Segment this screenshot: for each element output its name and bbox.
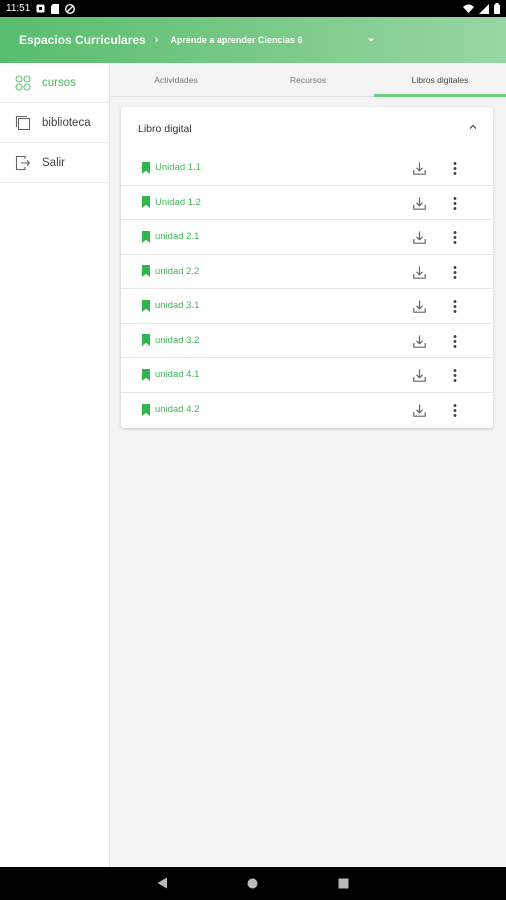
chevron-right-icon: › — [154, 34, 159, 46]
unit-label[interactable]: unidad 2.1 — [155, 231, 199, 242]
list-item[interactable]: unidad 4.2 — [121, 393, 493, 428]
more-vert-icon[interactable] — [449, 334, 461, 349]
more-vert-icon[interactable] — [449, 196, 461, 211]
header-title[interactable]: Espacios Curriculares — [19, 33, 146, 47]
more-vert-icon[interactable] — [449, 368, 461, 383]
tab-recursos[interactable]: Recursos — [242, 63, 374, 96]
sidebar-item-biblioteca[interactable]: biblioteca — [0, 103, 109, 143]
more-vert-icon[interactable] — [449, 403, 461, 418]
download-icon[interactable] — [412, 403, 427, 418]
battery-icon — [494, 3, 500, 14]
sidebar: cursos biblioteca Salir — [0, 63, 110, 867]
bookmark-icon — [142, 334, 150, 347]
notification-icon — [36, 4, 45, 13]
status-time: 11:51 — [6, 3, 31, 14]
sidebar-item-salir[interactable]: Salir — [0, 143, 109, 183]
unit-label[interactable]: unidad 4.1 — [155, 369, 199, 380]
sidebar-item-label: Salir — [42, 156, 66, 169]
list-item[interactable]: Unidad 1.2 — [121, 186, 493, 220]
unit-label[interactable]: unidad 3.2 — [155, 335, 199, 346]
panel-title: Libro digital — [138, 123, 192, 135]
course-selector-label[interactable]: Aprende a aprender Ciencias 6 — [170, 35, 302, 45]
bookmark-icon — [142, 161, 150, 174]
list-item[interactable]: unidad 4.1 — [121, 358, 493, 393]
unit-label[interactable]: Unidad 1.2 — [155, 197, 201, 208]
unit-label[interactable]: unidad 2.2 — [155, 266, 199, 277]
unit-label[interactable]: Unidad 1.1 — [155, 162, 201, 173]
grid-circles-icon — [14, 74, 32, 92]
list-item[interactable]: Unidad 1.1 — [121, 151, 493, 186]
status-bar: 11:51 — [0, 0, 506, 17]
logout-icon — [14, 154, 32, 172]
download-icon[interactable] — [412, 196, 427, 211]
list-item[interactable]: unidad 2.1 — [121, 220, 493, 255]
sd-card-icon — [51, 3, 60, 14]
more-vert-icon[interactable] — [449, 161, 461, 176]
tab-libros-digitales[interactable]: Libros digitales — [374, 63, 506, 97]
bookmark-icon — [142, 299, 150, 312]
system-nav-bar — [0, 867, 506, 900]
library-icon — [14, 114, 32, 132]
home-icon[interactable] — [247, 878, 258, 889]
panel-header[interactable]: Libro digital — [121, 107, 493, 151]
sidebar-item-label: biblioteca — [42, 116, 91, 129]
unit-label[interactable]: unidad 3.1 — [155, 300, 199, 311]
tab-actividades[interactable]: Actividades — [110, 63, 242, 96]
sidebar-item-cursos[interactable]: cursos — [0, 63, 109, 103]
digital-book-panel: Libro digital Unidad 1.1 Unidad 1.2 unidad… — [121, 107, 493, 428]
vpn-icon — [65, 3, 76, 14]
download-icon[interactable] — [412, 368, 427, 383]
back-icon[interactable] — [157, 877, 168, 889]
chevron-up-icon[interactable] — [467, 121, 479, 133]
sidebar-item-label: cursos — [42, 76, 76, 89]
signal-icon — [479, 3, 489, 14]
bookmark-icon — [142, 230, 150, 243]
list-item[interactable]: unidad 3.1 — [121, 289, 493, 324]
more-vert-icon[interactable] — [449, 265, 461, 280]
download-icon[interactable] — [412, 299, 427, 314]
bookmark-icon — [142, 265, 150, 278]
unit-label[interactable]: unidad 4.2 — [155, 404, 199, 415]
tab-bar: Actividades Recursos Libros digitales — [110, 63, 506, 97]
download-icon[interactable] — [412, 161, 427, 176]
bookmark-icon — [142, 196, 150, 209]
bookmark-icon — [142, 368, 150, 381]
more-vert-icon[interactable] — [449, 230, 461, 245]
download-icon[interactable] — [412, 230, 427, 245]
more-vert-icon[interactable] — [449, 299, 461, 314]
recents-icon[interactable] — [338, 878, 349, 889]
caret-down-icon[interactable] — [366, 35, 376, 45]
app-header: Espacios Curriculares › Aprende a aprend… — [0, 17, 506, 63]
download-icon[interactable] — [412, 265, 427, 280]
unit-list: Unidad 1.1 Unidad 1.2 unidad 2.1 unidad 2.2… — [121, 151, 493, 427]
bookmark-icon — [142, 403, 150, 416]
wifi-icon — [463, 4, 474, 13]
list-item[interactable]: unidad 3.2 — [121, 324, 493, 358]
download-icon[interactable] — [412, 334, 427, 349]
list-item[interactable]: unidad 2.2 — [121, 255, 493, 289]
